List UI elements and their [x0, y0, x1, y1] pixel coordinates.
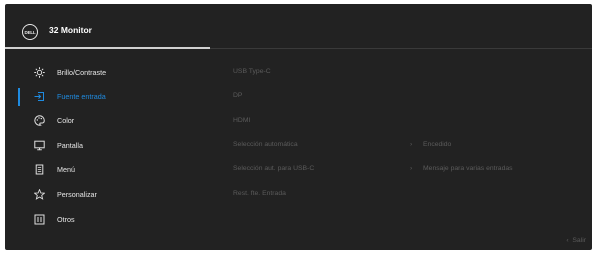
menu-item-label: Fuente entrada — [57, 92, 106, 101]
option-hdmi[interactable]: HDMI — [233, 117, 250, 124]
palette-icon — [34, 115, 45, 126]
other-icon — [34, 214, 45, 225]
menu-item-label: Menú — [57, 165, 75, 174]
sun-icon — [34, 67, 45, 78]
monitor-icon — [34, 140, 45, 151]
option-seleccion-automatica[interactable]: Selección automática — [233, 141, 298, 148]
menu-item-fuente-entrada[interactable]: Fuente entrada — [5, 86, 215, 108]
dell-logo-icon: DELL — [22, 24, 38, 40]
star-icon — [33, 188, 46, 200]
monitor-osd-panel: DELL 32 Monitor Brillo/Contraste Fuente … — [5, 4, 592, 250]
menu-item-pantalla[interactable]: Pantalla — [5, 135, 215, 157]
menu-item-otros[interactable]: Otros — [5, 209, 215, 231]
menu-item-personalizar[interactable]: Personalizar — [5, 184, 215, 206]
option-value-chevron-icon: › — [410, 141, 413, 148]
chevron-left-icon: ‹ — [566, 237, 569, 244]
option-value-chevron-icon: › — [410, 165, 413, 172]
option-usb-type-c[interactable]: USB Type-C — [233, 68, 271, 75]
option-rest-fte-entrada[interactable]: Rest. fte. Entrada — [233, 190, 286, 197]
input-icon — [34, 91, 45, 102]
header-divider-highlight — [5, 47, 210, 49]
menu-item-label: Pantalla — [57, 141, 83, 150]
menu-item-label: Brillo/Contraste — [57, 68, 107, 77]
menu-item-brillo-contraste[interactable]: Brillo/Contraste — [5, 62, 215, 84]
option-value-seleccion-automatica: Encedido — [423, 141, 452, 148]
option-value-seleccion-usb-c: Mensaje para varias entradas — [423, 165, 513, 172]
menu-item-label: Color — [57, 116, 75, 125]
menu-item-color[interactable]: Color — [5, 110, 215, 132]
exit-label: Salir — [572, 237, 586, 244]
osd-header: DELL 32 Monitor — [5, 4, 592, 48]
osd-title: 32 Monitor — [49, 25, 92, 35]
active-indicator — [18, 88, 20, 106]
option-dp[interactable]: DP — [233, 92, 242, 99]
exit-button[interactable]: ‹ Salir — [566, 237, 586, 244]
menu-item-label: Otros — [57, 215, 75, 224]
menu-icon — [34, 164, 45, 175]
menu-item-label: Personalizar — [57, 190, 97, 199]
option-seleccion-usb-c[interactable]: Selección aut. para USB-C — [233, 165, 314, 172]
menu-item-menu[interactable]: Menú — [5, 159, 215, 181]
